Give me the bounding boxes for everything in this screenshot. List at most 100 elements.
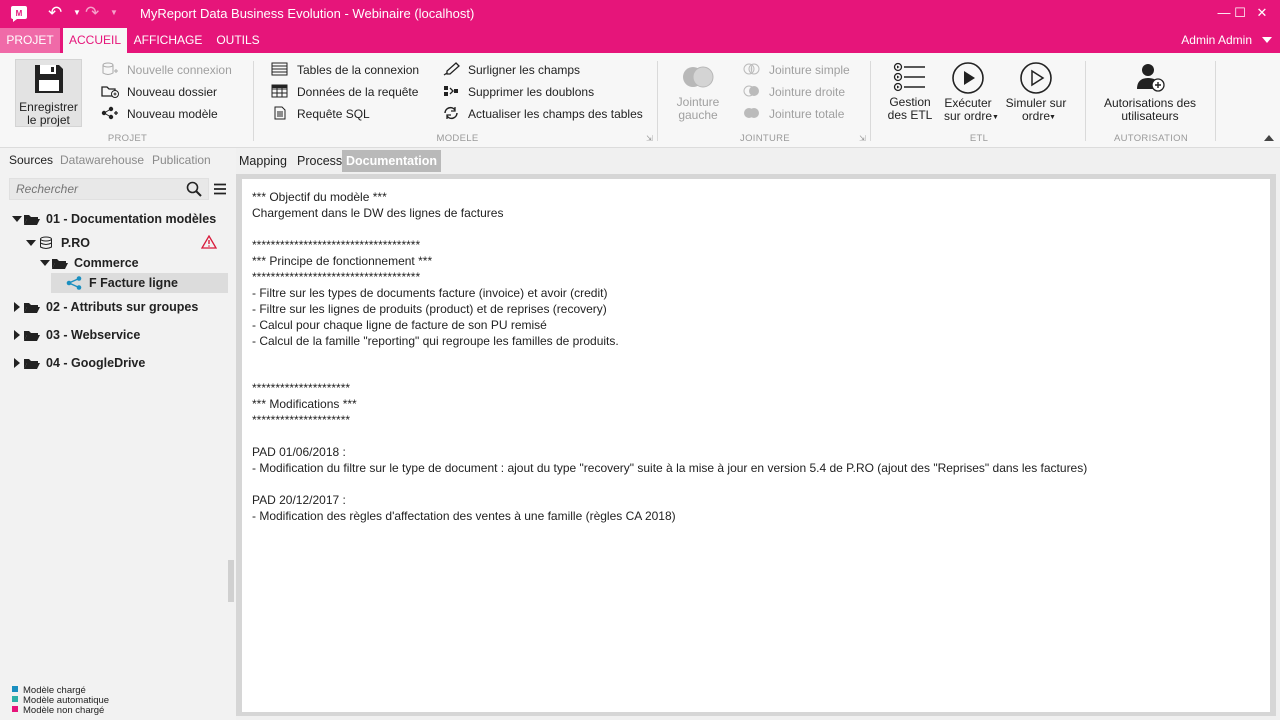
right-join-icon	[743, 85, 759, 97]
search-field[interactable]	[9, 178, 209, 200]
left-join-icon	[683, 66, 714, 88]
remove-duplicates-label: Supprimer les doublons	[468, 85, 595, 99]
tab-datawarehouse[interactable]: Datawarehouse	[60, 153, 144, 167]
ribbon-divider	[253, 61, 254, 141]
maximize-button[interactable]: ☐	[1230, 3, 1250, 23]
new-folder-button[interactable]: Nouveau dossier	[101, 84, 217, 100]
simulate-on-demand-button[interactable]: Simuler sur ordre ▼	[1003, 59, 1069, 123]
user-permissions-button[interactable]: Autorisations des utilisateurs	[1100, 59, 1200, 123]
expanded-caret-icon[interactable]	[26, 240, 36, 246]
user-permissions-label: Autorisations des utilisateurs	[1103, 96, 1197, 123]
play-circle-icon	[952, 62, 984, 94]
refresh-fields-button[interactable]: Actualiser les champs des tables	[442, 106, 643, 122]
refresh-fields-label: Actualiser les champs des tables	[468, 107, 643, 121]
doc-line: Chargement dans le DW des lignes de fact…	[252, 206, 504, 220]
new-connection-button[interactable]: Nouvelle connexion	[101, 62, 232, 78]
model-icon	[66, 276, 82, 290]
table-list-icon	[271, 62, 288, 76]
panel-splitter-handle[interactable]	[228, 560, 234, 602]
remove-duplicates-button[interactable]: Supprimer les doublons	[442, 84, 594, 100]
doc-line: *** Objectif du modèle ***	[252, 190, 387, 204]
ribbon-divider	[870, 61, 871, 141]
database-icon	[40, 236, 52, 249]
legend-square-icon	[12, 696, 18, 702]
new-model-label: Nouveau modèle	[127, 107, 218, 121]
undo-icon[interactable]: ↶	[48, 4, 62, 22]
highlight-fields-button[interactable]: Surligner les champs	[442, 62, 580, 78]
folder-open-icon	[24, 215, 40, 225]
highlight-fields-label: Surligner les champs	[468, 63, 581, 77]
tab-publication[interactable]: Publication	[152, 153, 211, 167]
search-icon[interactable]	[186, 181, 202, 197]
right-join-button[interactable]: Jointure droite	[743, 84, 845, 100]
group-label-jointure: JOINTURE	[740, 133, 790, 144]
tree-folder-01[interactable]: 01 - Documentation modèles	[0, 209, 230, 229]
simulate-dropdown-chevron-down-icon[interactable]: ▼	[1049, 111, 1056, 124]
simple-join-button[interactable]: Jointure simple	[743, 62, 850, 78]
etl-manage-button[interactable]: Gestion des ETL	[884, 59, 936, 122]
left-join-label: Jointure gauche	[676, 95, 720, 122]
tab-documentation[interactable]: Documentation	[342, 150, 441, 172]
right-join-label: Jointure droite	[769, 85, 846, 99]
tab-mapping[interactable]: Mapping	[235, 150, 291, 172]
etl-manage-label: Gestion des ETL	[887, 95, 933, 122]
tree-folder-label: Commerce	[74, 256, 139, 270]
sql-document-icon	[274, 106, 286, 120]
collapse-ribbon-chevron-up-icon[interactable]	[1264, 135, 1274, 141]
save-project-label: Enregistrer le projet	[19, 100, 78, 127]
tree-folder-04[interactable]: 04 - GoogleDrive	[0, 353, 230, 373]
sql-query-button[interactable]: Requête SQL	[271, 106, 370, 122]
group-label-etl: ETL	[969, 133, 989, 144]
menu-tab-projet[interactable]: PROJET	[0, 28, 60, 53]
tree-folder-03[interactable]: 03 - Webservice	[0, 325, 230, 345]
run-on-demand-button[interactable]: Exécuter sur ordre ▼	[938, 59, 999, 124]
simple-join-label: Jointure simple	[769, 63, 850, 77]
menu-tab-outils[interactable]: OUTILS	[210, 28, 266, 53]
tree-model-facture-ligne[interactable]: F Facture ligne	[0, 273, 230, 293]
hamburger-menu-icon[interactable]	[214, 183, 226, 195]
collapsed-caret-icon[interactable]	[14, 330, 20, 340]
folder-icon	[24, 359, 40, 369]
connection-tables-button[interactable]: Tables de la connexion	[271, 62, 419, 78]
expanded-caret-icon[interactable]	[40, 260, 50, 266]
jointure-dialog-launcher-icon[interactable]: ⇲	[859, 134, 866, 143]
tree-folder-commerce[interactable]: Commerce	[0, 253, 230, 273]
full-join-label: Jointure totale	[769, 107, 845, 121]
doc-line: - Filtre sur les lignes de produits (pro…	[252, 302, 607, 316]
save-project-button[interactable]: Enregistrer le projet	[15, 59, 82, 127]
full-join-button[interactable]: Jointure totale	[743, 106, 844, 122]
undo-dropdown-icon[interactable]: ▼	[73, 8, 81, 17]
connection-tables-label: Tables de la connexion	[297, 63, 420, 77]
doc-line: ************************************	[252, 238, 421, 252]
close-button[interactable]: ✕	[1252, 3, 1272, 23]
expanded-caret-icon[interactable]	[12, 216, 22, 222]
highlighter-icon	[443, 62, 460, 76]
redo-dropdown-icon[interactable]: ▼	[110, 8, 118, 17]
menu-tab-affichage[interactable]: AFFICHAGE	[132, 28, 204, 53]
simulate-on-demand-label: Simuler sur ordre	[1005, 96, 1067, 123]
modele-dialog-launcher-icon[interactable]: ⇲	[646, 134, 653, 143]
collapsed-caret-icon[interactable]	[14, 302, 20, 312]
menu-tab-accueil[interactable]: ACCUEIL	[63, 28, 127, 53]
query-data-button[interactable]: Données de la requête	[271, 84, 418, 100]
tab-sources[interactable]: Sources	[9, 153, 53, 167]
user-menu-chevron-down-icon[interactable]	[1262, 37, 1272, 43]
redo-icon[interactable]: ↷	[85, 4, 99, 22]
query-data-label: Données de la requête	[297, 85, 419, 99]
window-title: MyReport Data Business Evolution - Webin…	[140, 6, 475, 21]
left-join-button[interactable]: Jointure gauche	[672, 59, 724, 122]
tree-connection-pro[interactable]: P.RO	[0, 233, 230, 253]
tree-folder-02[interactable]: 02 - Attributs sur groupes	[0, 297, 230, 317]
svg-text:M: M	[16, 9, 23, 18]
run-dropdown-chevron-down-icon[interactable]: ▼	[992, 111, 999, 124]
collapsed-caret-icon[interactable]	[14, 358, 20, 368]
user-menu[interactable]: Admin Admin	[1181, 28, 1252, 53]
sql-query-label: Requête SQL	[297, 107, 370, 121]
search-input[interactable]	[10, 179, 180, 199]
new-model-button[interactable]: Nouveau modèle	[101, 106, 218, 122]
folder-icon	[24, 331, 40, 341]
tab-process[interactable]: Process	[293, 150, 346, 172]
ribbon-divider	[1215, 61, 1216, 141]
ribbon-divider	[657, 61, 658, 141]
warning-icon[interactable]	[201, 235, 217, 249]
